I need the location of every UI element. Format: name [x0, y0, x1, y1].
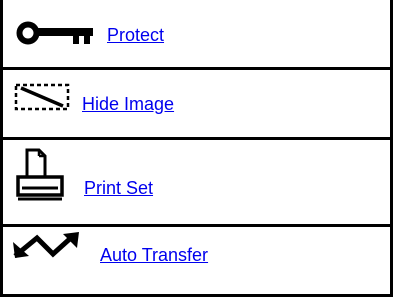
protect-link[interactable]: Protect [107, 26, 164, 44]
menu-item-hide-image[interactable]: Hide Image [3, 70, 390, 137]
menu-item-protect[interactable]: Protect [3, 0, 390, 67]
table-border-right [390, 0, 393, 297]
print-set-link[interactable]: Print Set [84, 179, 153, 197]
menu-table: Protect Hide Image Print Set Auto Transf… [0, 0, 393, 297]
menu-item-print-set[interactable]: Print Set [3, 140, 390, 224]
hide-image-link[interactable]: Hide Image [82, 95, 174, 113]
printer-icon [16, 148, 64, 201]
hide-image-icon [14, 83, 70, 111]
menu-item-auto-transfer[interactable]: Auto Transfer [3, 227, 390, 294]
auto-transfer-icon [13, 232, 79, 258]
auto-transfer-link[interactable]: Auto Transfer [100, 246, 208, 264]
key-icon [16, 21, 93, 45]
